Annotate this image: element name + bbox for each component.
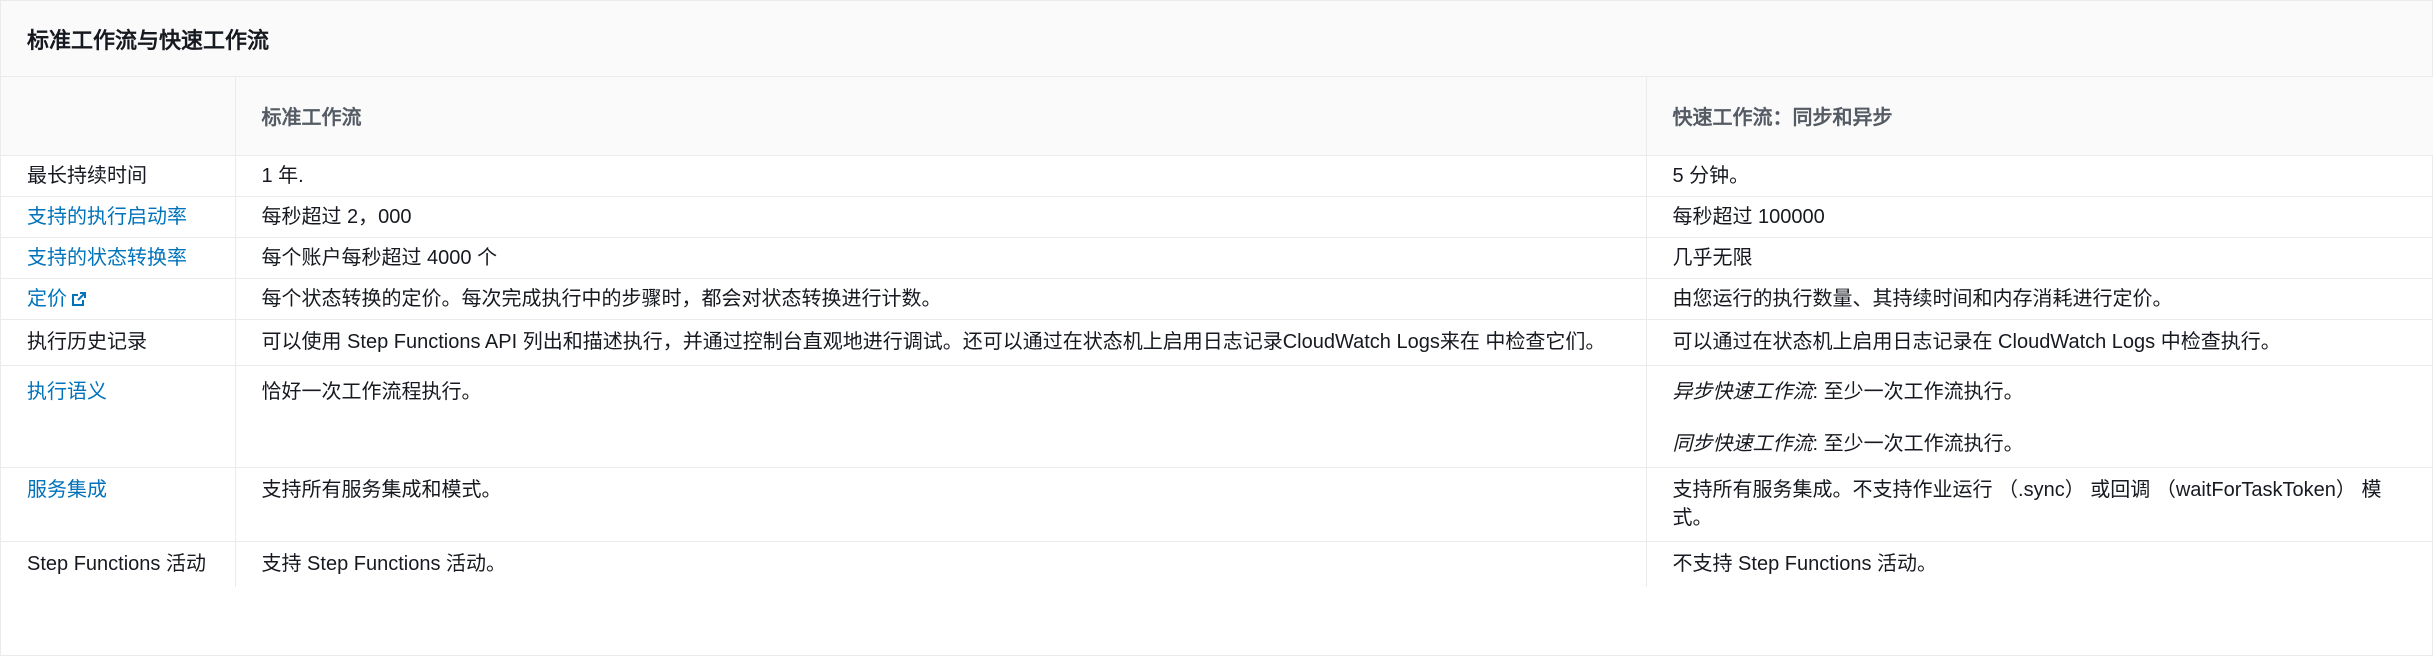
execution-start-rate-link[interactable]: 支持的执行启动率 [27,206,187,228]
row-label: 最长持续时间 [1,155,235,197]
state-transition-rate-link[interactable]: 支持的状态转换率 [27,247,187,269]
sync-semantics: 同步快速工作流: 至少一次工作流执行。 [1673,430,2409,458]
comparison-panel: 标准工作流与快速工作流 标准工作流 快速工作流：同步和异步 最长持续时间 1 年… [0,0,2433,656]
header-row: 标准工作流 快速工作流：同步和异步 [1,77,2433,156]
standard-cell: 恰好一次工作流程执行。 [234,365,1646,468]
row-label-cell: 定价 [1,278,235,320]
sync-express-term: 同步快速工作流 [1672,432,1813,455]
pricing-link-label: 定价 [27,287,67,310]
standard-cell: 可以使用 Step Functions API 列出和描述执行，并通过控制台直观… [234,319,1646,366]
table-row: 支持的状态转换率 每个账户每秒超过 4000 个 几乎无限 [1,237,2433,279]
header-cell-blank [1,77,235,156]
comparison-table: 标准工作流 快速工作流：同步和异步 最长持续时间 1 年. 5 分钟。 支持的执… [1,77,2433,587]
express-cell: 由您运行的执行数量、其持续时间和内存消耗进行定价。 [1645,278,2433,320]
standard-cell: 每个账户每秒超过 4000 个 [234,237,1646,279]
table-row: 执行语义 恰好一次工作流程执行。 异步快速工作流: 至少一次工作流执行。 同步快… [1,365,2433,468]
table-row: 最长持续时间 1 年. 5 分钟。 [1,155,2433,197]
express-cell: 每秒超过 100000 [1645,196,2433,238]
execution-semantics-link[interactable]: 执行语义 [27,381,107,403]
row-label-cell: 支持的执行启动率 [1,196,235,238]
standard-cell: 支持所有服务集成和模式。 [234,467,1646,542]
async-semantics: 异步快速工作流: 至少一次工作流执行。 [1673,378,2409,406]
row-label: 执行历史记录 [1,319,235,366]
async-express-text: : 至少一次工作流执行。 [1812,380,2024,403]
express-cell: 不支持 Step Functions 活动。 [1645,541,2433,587]
sync-express-text: : 至少一次工作流执行。 [1812,432,2024,455]
table-row: 服务集成 支持所有服务集成和模式。 支持所有服务集成。不支持作业运行 （.syn… [1,467,2433,542]
standard-cell: 每秒超过 2，000 [234,196,1646,238]
row-label-cell: 支持的状态转换率 [1,237,235,279]
express-cell: 几乎无限 [1645,237,2433,279]
table-row: Step Functions 活动 支持 Step Functions 活动。 … [1,541,2433,587]
express-cell: 异步快速工作流: 至少一次工作流执行。 同步快速工作流: 至少一次工作流执行。 [1645,365,2433,468]
table-row: 执行历史记录 可以使用 Step Functions API 列出和描述执行，并… [1,319,2433,366]
async-express-term: 异步快速工作流 [1672,380,1813,403]
standard-cell: 1 年. [234,155,1646,197]
express-cell: 可以通过在状态机上启用日志记录在 CloudWatch Logs 中检查执行。 [1645,319,2433,366]
header-express: 快速工作流：同步和异步 [1645,77,2433,156]
external-link-icon [72,291,86,306]
express-cell: 支持所有服务集成。不支持作业运行 （.sync） 或回调 （waitForTas… [1645,467,2433,542]
table-title: 标准工作流与快速工作流 [27,27,270,53]
row-label: Step Functions 活动 [27,552,206,575]
service-integration-link[interactable]: 服务集成 [27,479,107,501]
header-standard: 标准工作流 [234,77,1646,156]
row-label-cell: 执行语义 [1,365,235,468]
table-row: 支持的执行启动率 每秒超过 2，000 每秒超过 100000 [1,196,2433,238]
pricing-link[interactable]: 定价 [27,288,87,310]
panel-header: 标准工作流与快速工作流 [1,1,2432,77]
row-label-cell: 服务集成 [1,467,235,542]
table-row: 定价 每个状态转换的定价。每次完成执行中的步骤时，都会对状态转换进行计数。 由您… [1,278,2433,320]
standard-cell: 每个状态转换的定价。每次完成执行中的步骤时，都会对状态转换进行计数。 [234,278,1646,320]
express-cell: 5 分钟。 [1645,155,2433,197]
standard-cell: 支持 Step Functions 活动。 [234,541,1646,587]
